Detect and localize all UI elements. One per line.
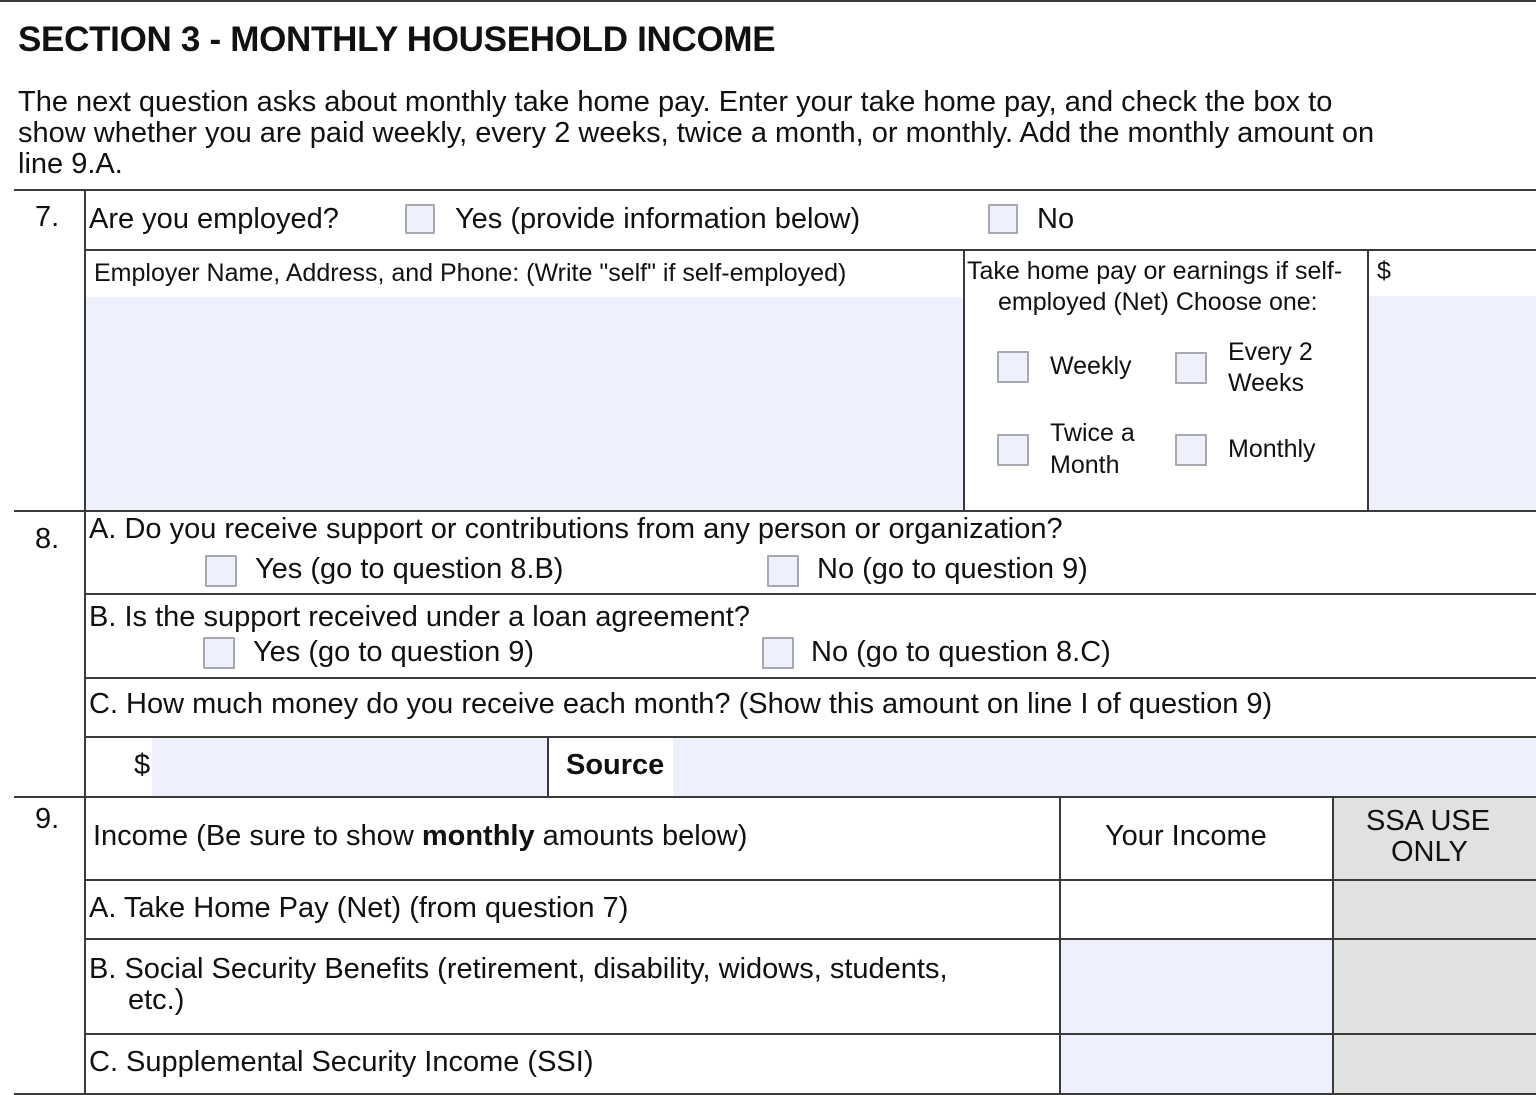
twice-a-month-label-line-1: Twice a <box>1050 419 1135 447</box>
income-value-c-input[interactable] <box>1061 1035 1333 1095</box>
q8a-yes-checkbox[interactable] <box>205 555 237 587</box>
divider <box>14 796 1536 798</box>
q7-yes-label: Yes (provide information below) <box>455 203 861 235</box>
monthly-label: Monthly <box>1228 435 1316 463</box>
question-number-7: 7. <box>35 201 60 233</box>
monthly-checkbox[interactable] <box>1175 434 1207 466</box>
page-top-border <box>0 0 1536 2</box>
employer-input[interactable] <box>86 297 963 511</box>
income-value-b-input[interactable] <box>1061 940 1333 1033</box>
divider <box>84 249 1536 251</box>
pay-label-line-2: employed (Net) Choose one: <box>998 288 1318 316</box>
twice-a-month-checkbox[interactable] <box>997 434 1029 466</box>
source-input[interactable] <box>673 738 1536 796</box>
divider <box>1332 796 1334 1095</box>
question-number-9: 9. <box>35 803 60 835</box>
q8a-no-checkbox[interactable] <box>767 555 799 587</box>
q7-no-label: No <box>1037 203 1075 235</box>
weekly-label: Weekly <box>1050 352 1132 380</box>
divider <box>84 1033 1536 1035</box>
q8c-currency-symbol: $ <box>134 749 151 781</box>
divider <box>84 879 1536 881</box>
q8c-amount-input[interactable] <box>152 738 547 796</box>
income-header-suffix: amounts below) <box>534 820 748 852</box>
q8a-question: A. Do you receive support or contributio… <box>89 513 1063 545</box>
q7-question: Are you employed? <box>89 203 339 235</box>
q8b-no-label: No (go to question 8.C) <box>811 636 1111 668</box>
income-row-c-label: C. Supplemental Security Income (SSI) <box>89 1046 594 1078</box>
divider <box>84 677 1536 679</box>
source-label: Source <box>566 749 665 781</box>
divider <box>14 510 1536 512</box>
every-2-weeks-checkbox[interactable] <box>1175 352 1207 384</box>
divider <box>14 189 1536 191</box>
weekly-checkbox[interactable] <box>997 351 1029 383</box>
divider <box>547 736 549 796</box>
income-header-prefix: Income (Be sure to show <box>93 820 422 852</box>
income-header: Income (Be sure to show monthly amounts … <box>93 820 747 852</box>
income-header-bold: monthly <box>421 820 535 852</box>
income-value-a-input[interactable] <box>1061 881 1333 938</box>
divider <box>84 593 1536 595</box>
q8b-yes-label: Yes (go to question 9) <box>253 636 535 668</box>
income-row-a-label: A. Take Home Pay (Net) (from question 7) <box>89 892 629 924</box>
q8c-question: C. How much money do you receive each mo… <box>89 688 1273 720</box>
ssa-header-line-1: SSA USE <box>1366 805 1491 837</box>
income-row-b-label-line-2: etc.) <box>128 984 185 1016</box>
ssa-header-line-2: ONLY <box>1391 836 1468 868</box>
q7-yes-checkbox[interactable] <box>405 204 435 234</box>
pay-currency-symbol: $ <box>1377 257 1391 285</box>
q8a-yes-label: Yes (go to question 8.B) <box>255 553 564 585</box>
q8b-no-checkbox[interactable] <box>762 637 794 669</box>
every-2-weeks-label-line-2: Weeks <box>1228 369 1304 397</box>
intro-line-1: The next question asks about monthly tak… <box>18 86 1333 118</box>
q8b-question: B. Is the support received under a loan … <box>89 601 750 633</box>
intro-line-2: show whether you are paid weekly, every … <box>18 117 1375 149</box>
divider <box>1059 796 1061 1095</box>
pay-amount-input[interactable] <box>1369 296 1536 511</box>
income-row-b-label-line-1: B. Social Security Benefits (retirement,… <box>89 953 948 985</box>
q8a-no-label: No (go to question 9) <box>817 553 1088 585</box>
q7-no-checkbox[interactable] <box>988 204 1018 234</box>
twice-a-month-label-line-2: Month <box>1050 451 1120 479</box>
divider <box>963 249 965 512</box>
q8b-yes-checkbox[interactable] <box>203 637 235 669</box>
section-title: SECTION 3 - MONTHLY HOUSEHOLD INCOME <box>18 20 776 59</box>
question-number-8: 8. <box>35 523 60 555</box>
every-2-weeks-label-line-1: Every 2 <box>1228 338 1313 366</box>
pay-label-line-1: Take home pay or earnings if self- <box>967 257 1343 285</box>
intro-line-3: line 9.A. <box>18 148 123 180</box>
divider <box>84 938 1536 940</box>
employer-label: Employer Name, Address, and Phone: (Writ… <box>94 259 847 287</box>
your-income-header: Your Income <box>1105 820 1267 852</box>
